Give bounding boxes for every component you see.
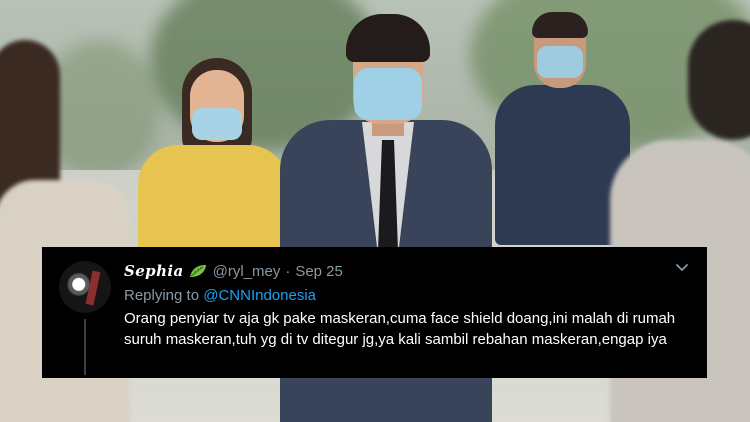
man-navy-hair <box>532 12 588 38</box>
chevron-down-icon[interactable] <box>675 263 689 273</box>
face-mask <box>192 108 242 140</box>
leaf-icon <box>189 264 207 278</box>
tweet-text: Orang penyiar tv aja gk pake maskeran,cu… <box>124 310 676 348</box>
mention-link[interactable]: @CNNIndonesia <box>203 287 316 304</box>
user-handle[interactable]: @ryl_mey <box>213 263 281 280</box>
replying-label: Replying to <box>124 287 200 304</box>
thread-line <box>84 319 86 375</box>
face-mask <box>354 68 422 120</box>
man-hair <box>346 14 430 62</box>
blurred-person-right-head <box>688 20 750 140</box>
separator-dot: · <box>285 262 291 280</box>
woman-yellow-shirt <box>138 145 288 255</box>
tweet-date[interactable]: Sep 25 <box>295 263 343 280</box>
face-mask <box>537 46 583 78</box>
tweet-card: Sephia @ryl_mey · Sep 25 Replying to @CN… <box>42 247 707 378</box>
replying-to: Replying to @CNNIndonesia <box>124 287 316 304</box>
tweet-header: Sephia @ryl_mey · Sep 25 <box>124 261 343 281</box>
avatar[interactable] <box>59 261 111 313</box>
display-name[interactable]: Sephia <box>124 262 184 280</box>
